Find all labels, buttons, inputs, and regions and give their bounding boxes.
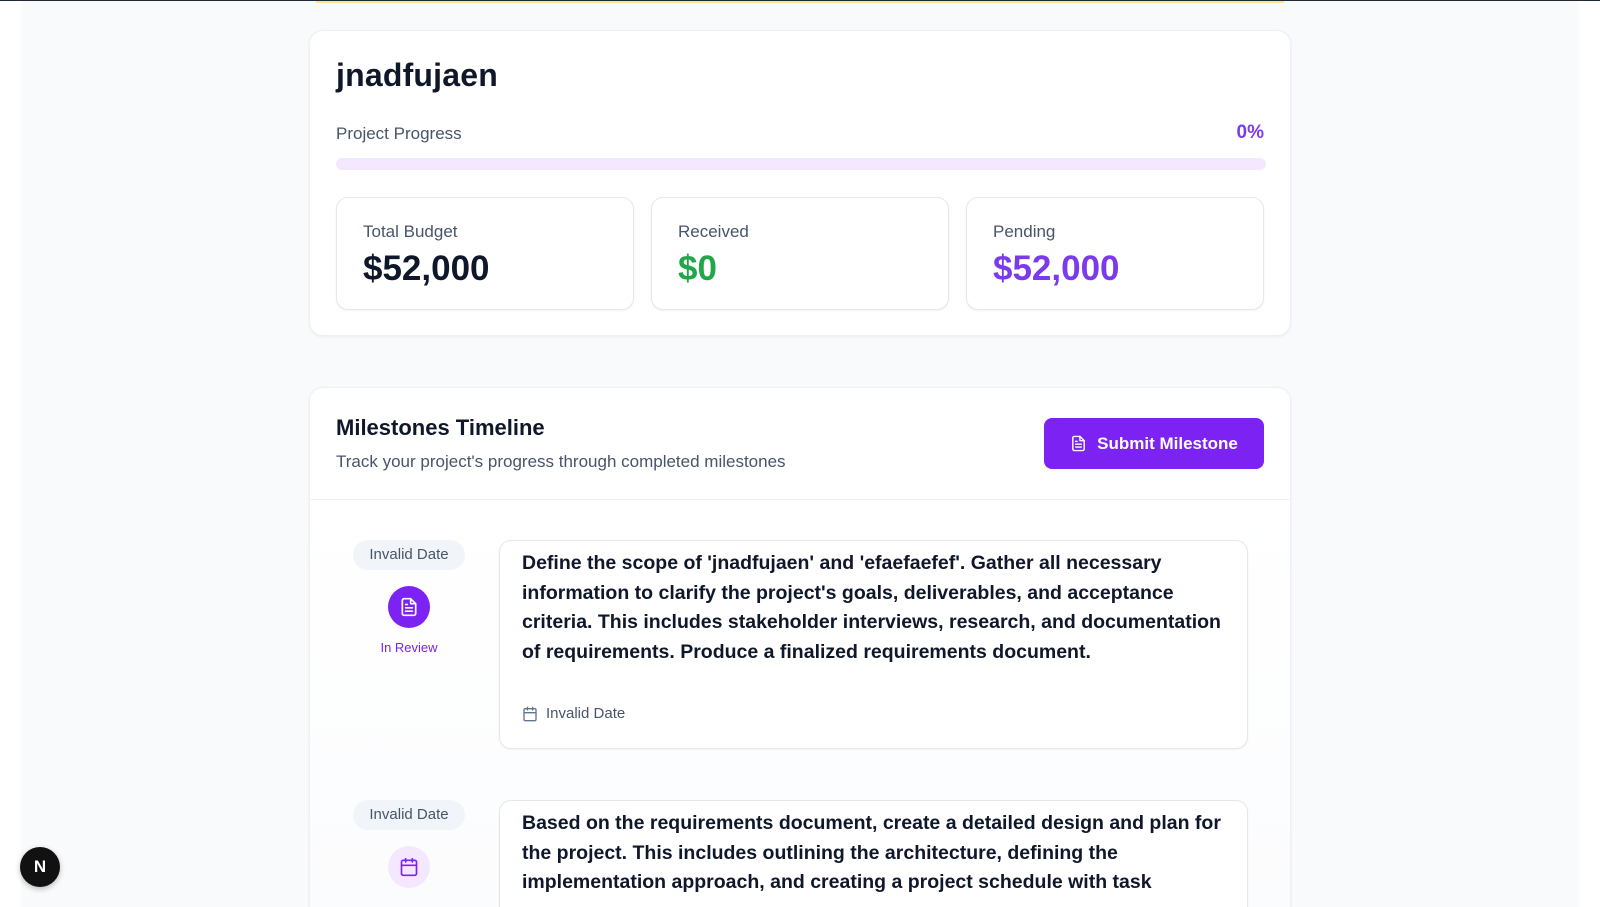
submit-milestone-button[interactable]: Submit Milestone [1044, 418, 1264, 469]
pending-card: Pending $52,000 [966, 197, 1264, 310]
file-text-icon [401, 597, 417, 617]
milestone-description: Define the scope of 'jnadfujaen' and 'ef… [522, 552, 1221, 663]
milestone-description: Based on the requirements document, crea… [522, 812, 1221, 894]
received-card: Received $0 [651, 197, 949, 310]
pending-label: Pending [993, 222, 1056, 241]
milestone-due-date: Invalid Date [522, 705, 625, 722]
milestone-due-date-text: Invalid Date [546, 705, 626, 722]
milestones-subtitle: Track your project's progress through co… [336, 452, 786, 471]
received-label: Received [678, 222, 749, 241]
top-accent-bar [316, 1, 1284, 3]
total-budget-card: Total Budget $52,000 [336, 197, 634, 310]
progress-label: Project Progress [336, 124, 462, 143]
calendar-icon [523, 706, 537, 721]
milestones-timeline-card: Milestones Timeline Track your project's… [309, 387, 1291, 907]
milestone-status-icon [388, 586, 430, 628]
received-value: $0 [678, 249, 717, 288]
total-budget-value: $52,000 [363, 249, 490, 288]
progress-bar [336, 158, 1266, 170]
project-overview-card: jnadfujaen Project Progress 0% Total Bud… [309, 30, 1291, 336]
progress-percentage: 0% [1236, 122, 1264, 143]
milestone-status-icon [388, 846, 430, 888]
submit-milestone-label: Submit Milestone [1097, 433, 1238, 453]
calendar-icon [400, 857, 418, 877]
milestone-status-label: In Review [380, 640, 438, 655]
milestones-title: Milestones Timeline [336, 415, 545, 440]
dev-tools-badge[interactable]: N [20, 847, 60, 887]
milestone-date-pill: Invalid Date [353, 540, 465, 570]
milestone-content-card[interactable]: Define the scope of 'jnadfujaen' and 'ef… [499, 540, 1248, 749]
milestone-content-card[interactable]: Based on the requirements document, crea… [499, 800, 1248, 907]
milestones-header: Milestones Timeline Track your project's… [310, 388, 1290, 500]
milestone-date-pill: Invalid Date [353, 800, 465, 830]
file-text-icon [1072, 435, 1085, 452]
milestone-item: Invalid Date In Review Define the scope … [310, 540, 1290, 750]
project-title: jnadfujaen [336, 57, 499, 93]
pending-value: $52,000 [993, 249, 1120, 288]
total-budget-label: Total Budget [363, 222, 458, 241]
milestones-list: Invalid Date In Review Define the scope … [310, 501, 1290, 907]
milestone-item: Invalid Date Based on the requirements d… [310, 800, 1290, 907]
